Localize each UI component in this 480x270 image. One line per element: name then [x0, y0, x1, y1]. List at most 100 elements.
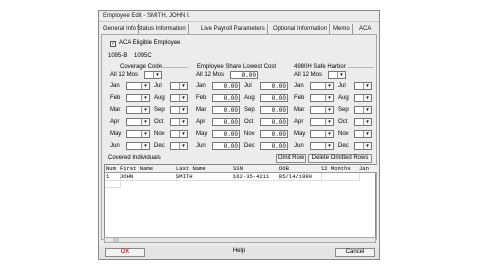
scrollbar-thumb[interactable] [113, 238, 119, 242]
form-tab-1095c[interactable]: 1095C [134, 53, 152, 59]
chevron-down-icon: ▾ [363, 107, 371, 113]
row-12-months[interactable] [320, 173, 360, 181]
omit-row-button[interactable]: Omit Row [276, 154, 306, 163]
coverage-select-jun[interactable]: ▾ [126, 142, 150, 150]
coverage-month-label-jun: Jun [110, 143, 120, 149]
harbor-month-label-nov: Nov [338, 131, 349, 137]
share-input-feb[interactable]: 0.00 [212, 94, 240, 102]
tab-live-payroll-parameters[interactable]: Live Payroll Parameters [199, 24, 268, 34]
harbor-select-jun[interactable]: ▾ [310, 142, 334, 150]
tab-aca[interactable]: ACA [357, 24, 374, 34]
harbor-month-label-aug: Aug [338, 95, 349, 101]
row-num[interactable] [105, 180, 121, 188]
aca-eligible-label: ACA Eligible Employee [119, 40, 181, 46]
harbor-select-dec[interactable]: ▾ [354, 142, 372, 150]
share-input-mar[interactable]: 0.00 [212, 106, 240, 114]
harbor-select-may[interactable]: ▾ [310, 130, 334, 138]
col-ssn[interactable]: SSN [232, 165, 280, 173]
share-input-jan[interactable]: 0.00 [212, 82, 240, 90]
share-input-apr[interactable]: 0.00 [212, 118, 240, 126]
coverage-month-label-sep: Sep [154, 107, 165, 113]
harbor-month-label-dec: Dec [338, 143, 349, 149]
harbor-select-nov[interactable]: ▾ [354, 130, 372, 138]
coverage-select-mar[interactable]: ▾ [126, 106, 150, 114]
share-input-jun[interactable]: 0.00 [212, 142, 240, 150]
share-all12-input[interactable]: 0.00 [230, 71, 258, 79]
harbor-select-sep[interactable]: ▾ [354, 106, 372, 114]
coverage-month-label-aug: Aug [154, 95, 165, 101]
chevron-down-icon: ▾ [179, 83, 187, 89]
coverage-select-dec[interactable]: ▾ [170, 142, 188, 150]
share-input-nov[interactable]: 0.00 [260, 130, 288, 138]
share-input-dec[interactable]: 0.00 [260, 142, 288, 150]
share-input-aug[interactable]: 0.00 [260, 94, 288, 102]
share-input-oct[interactable]: 0.00 [260, 118, 288, 126]
coverage-select-feb[interactable]: ▾ [126, 94, 150, 102]
col-12-months[interactable]: 12 Months [320, 165, 360, 173]
tab-status-information[interactable]: Status Information [135, 24, 189, 34]
col-dob[interactable]: DOB [278, 165, 322, 173]
chevron-down-icon: ▾ [141, 107, 149, 113]
title-bar: Employee Edit - SMITH, JOHN I. [99, 11, 379, 22]
coverage-all12-select[interactable]: ▾ [144, 71, 162, 79]
coverage-select-apr[interactable]: ▾ [126, 118, 150, 126]
row-first-name[interactable]: JOHN [119, 173, 177, 181]
coverage-select-aug[interactable]: ▾ [170, 94, 188, 102]
share-month-label-jun: Jun [196, 143, 206, 149]
safe-harbor-label: 4980H Safe Harbor [294, 64, 346, 70]
harbor-select-mar[interactable]: ▾ [310, 106, 334, 114]
harbor-select-oct[interactable]: ▾ [354, 118, 372, 126]
coverage-month-label-may: May [110, 131, 122, 137]
delete-omitted-rows-button[interactable]: Delete Omitted Rows [308, 154, 372, 163]
tab-general-info[interactable]: General Info [101, 24, 140, 34]
coverage-select-jan[interactable]: ▾ [126, 82, 150, 90]
col-last-name[interactable]: Last Name [175, 165, 234, 173]
share-month-label-aug: Aug [244, 95, 255, 101]
chevron-down-icon: ▾ [325, 131, 333, 137]
coverage-month-label-oct: Oct [154, 119, 164, 125]
help-button[interactable]: Help [219, 248, 259, 257]
chevron-down-icon: ▾ [153, 72, 161, 78]
chevron-down-icon: ▾ [363, 83, 371, 89]
harbor-select-apr[interactable]: ▾ [310, 118, 334, 126]
harbor-select-feb[interactable]: ▾ [310, 94, 334, 102]
covered-individuals-grid: Num First Name Last Name SSN DOB 12 Mont… [104, 164, 377, 242]
harbor-month-label-feb: Feb [294, 95, 305, 101]
harbor-select-aug[interactable]: ▾ [354, 94, 372, 102]
chevron-down-icon: ▾ [141, 119, 149, 125]
employee-share-label: Employee Share Lowest Cost [197, 64, 277, 70]
coverage-select-nov[interactable]: ▾ [170, 130, 188, 138]
tab-memo[interactable]: Memo [331, 24, 353, 34]
aca-eligible-checkbox[interactable]: ✓ [110, 41, 116, 47]
coverage-select-jul[interactable]: ▾ [170, 82, 188, 90]
row-ssn[interactable]: 162-35-4211 [232, 173, 280, 181]
row-last-name[interactable]: SMITH [175, 173, 234, 181]
col-jan[interactable]: Jan [358, 165, 377, 173]
coverage-all12-label: All 12 Mos [110, 72, 139, 78]
horizontal-scrollbar[interactable] [104, 237, 376, 243]
col-first-name[interactable]: First Name [119, 165, 177, 173]
coverage-select-sep[interactable]: ▾ [170, 106, 188, 114]
harbor-all12-select[interactable]: ▾ [328, 71, 346, 79]
share-month-label-may: May [196, 131, 208, 137]
chevron-down-icon: ▾ [141, 83, 149, 89]
chevron-down-icon: ▾ [325, 107, 333, 113]
harbor-select-jul[interactable]: ▾ [354, 82, 372, 90]
harbor-select-jan[interactable]: ▾ [310, 82, 334, 90]
share-input-jul[interactable]: 0.00 [260, 82, 288, 90]
form-tab-1095b[interactable]: 1095-B [108, 53, 127, 59]
row-dob[interactable]: 05/14/1990 [278, 173, 322, 181]
share-input-may[interactable]: 0.00 [212, 130, 240, 138]
footer-bar: OK Help Cancel [99, 246, 379, 259]
share-month-label-sep: Sep [244, 107, 255, 113]
tab-optional-information[interactable]: Optional Information [271, 24, 331, 34]
coverage-select-may[interactable]: ▾ [126, 130, 150, 138]
share-month-label-jan: Jan [196, 83, 206, 89]
coverage-select-oct[interactable]: ▾ [170, 118, 188, 126]
share-input-sep[interactable]: 0.00 [260, 106, 288, 114]
cancel-button[interactable]: Cancel [335, 248, 375, 257]
coverage-code-label: Coverage Code [120, 64, 163, 70]
ok-button[interactable]: OK [105, 248, 145, 257]
chevron-down-icon: ▾ [179, 95, 187, 101]
harbor-month-label-jul: Jul [338, 83, 346, 89]
